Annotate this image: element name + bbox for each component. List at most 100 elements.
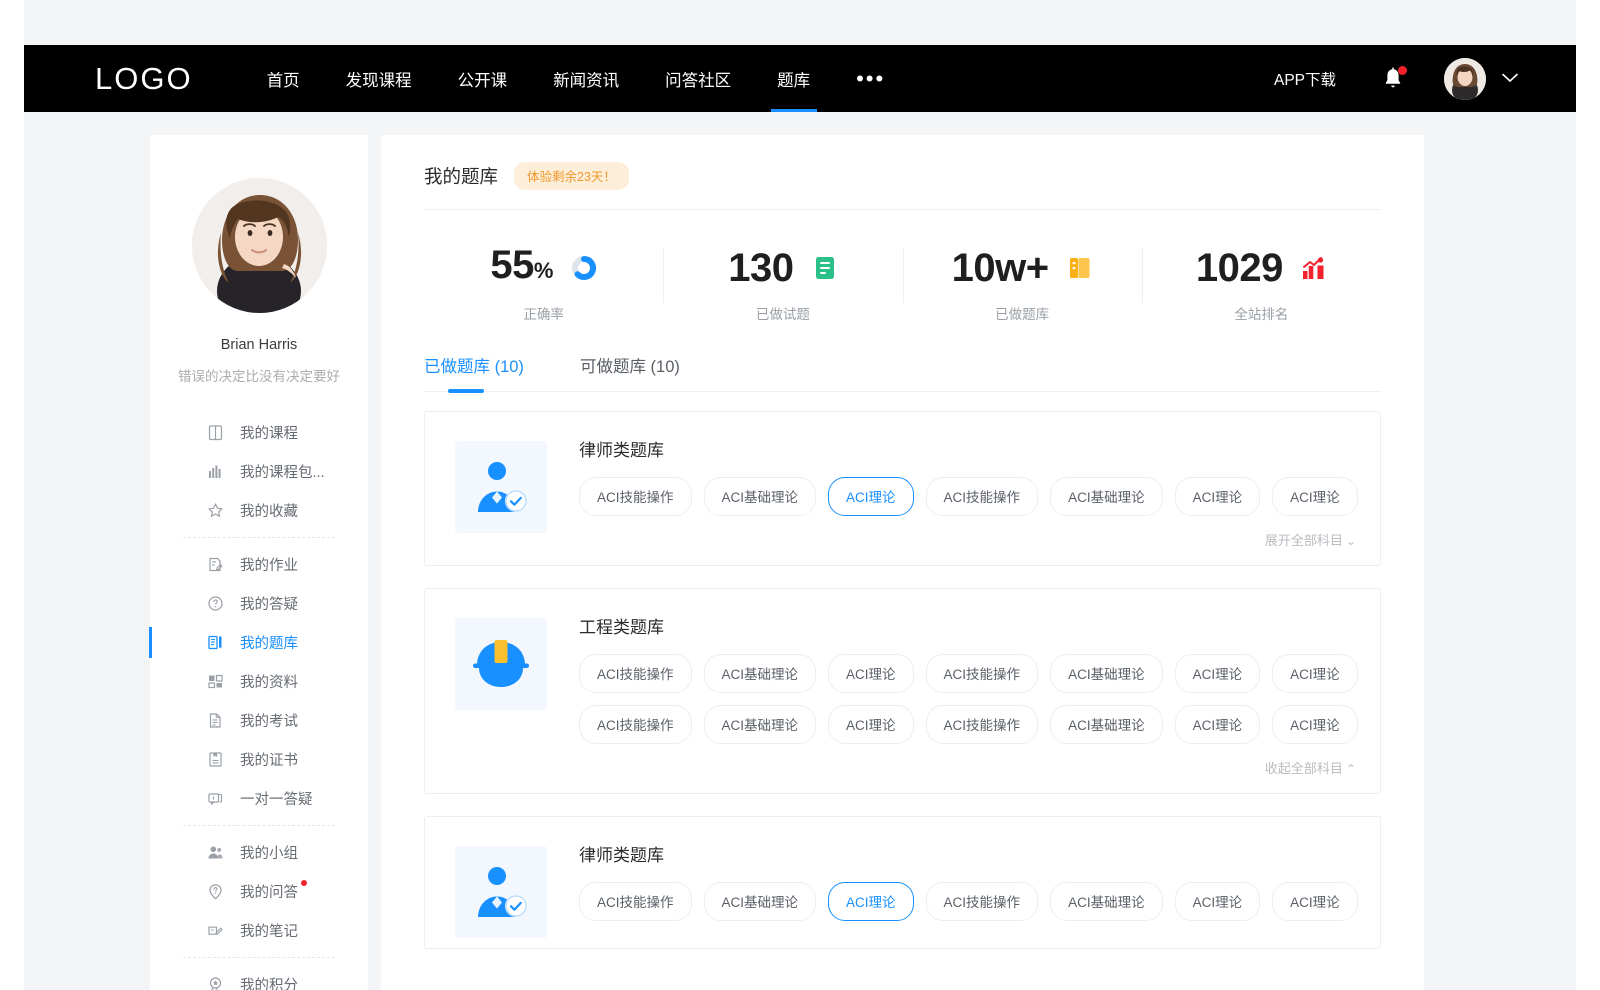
helmet-icon (455, 618, 547, 710)
stat-label: 全站排名 (1142, 303, 1381, 323)
nav-more-icon[interactable]: ••• (856, 45, 885, 112)
profile-name: Brian Harris (150, 337, 368, 353)
subject-tag[interactable]: ACI技能操作 (926, 654, 1039, 693)
subject-tag[interactable]: ACI理论 (828, 882, 914, 921)
card-body: 律师类题库ACI技能操作ACI基础理论ACI理论ACI技能操作ACI基础理论AC… (579, 839, 1356, 938)
sidebar-item-11[interactable]: 我的问答 (150, 872, 368, 911)
notification-dot (1398, 66, 1407, 75)
sidebar-item-label: 我的小组 (240, 842, 298, 863)
stat-value: 55% (490, 243, 553, 293)
one-on-one-icon (207, 790, 224, 807)
sidebar-item-label: 我的资料 (240, 671, 298, 692)
sidebar-item-5[interactable]: 我的题库 (150, 623, 368, 662)
question-bank-card[interactable]: 工程类题库ACI技能操作ACI基础理论ACI理论ACI技能操作ACI基础理论AC… (424, 588, 1381, 794)
certificate-icon (207, 751, 224, 768)
stat-value-row: 1029 (1142, 244, 1381, 292)
sidebar-item-7[interactable]: 我的考试 (150, 701, 368, 740)
sidebar-item-0[interactable]: 我的课程 (150, 413, 368, 452)
sidebar-item-10[interactable]: 我的小组 (150, 833, 368, 872)
notification-bell-icon[interactable] (1382, 67, 1404, 91)
app-download-link[interactable]: APP下载 (1274, 68, 1336, 90)
nav-item-0[interactable]: 首页 (267, 45, 300, 112)
subject-tag[interactable]: ACI技能操作 (926, 705, 1039, 744)
subject-tag[interactable]: ACI基础理论 (704, 882, 817, 921)
sidebar-item-1[interactable]: 我的课程包... (150, 452, 368, 491)
subject-tag[interactable]: ACI理论 (1272, 654, 1358, 693)
yellow-book-icon (1067, 255, 1093, 281)
top-right-area: APP下载 (1274, 58, 1518, 100)
stat-card-0: 55%正确率 (424, 236, 663, 323)
stat-card-2: 10w+ 已做题库 (903, 236, 1142, 323)
subject-tag[interactable]: ACI基础理论 (1050, 654, 1163, 693)
subject-tag[interactable]: ACI技能操作 (926, 882, 1039, 921)
expand-subjects-link[interactable]: 收起全部科目⌃ (579, 756, 1356, 783)
top-navigation-bar: LOGO 首页发现课程公开课新闻资讯问答社区题库 ••• APP下载 (24, 45, 1576, 112)
materials-icon (207, 673, 224, 690)
question-circle-icon (207, 595, 224, 612)
sidebar-item-label: 我的作业 (240, 554, 298, 575)
expand-link-label: 展开全部科目 (1265, 533, 1343, 548)
subject-tag[interactable]: ACI技能操作 (926, 477, 1039, 516)
nav-item-3[interactable]: 新闻资讯 (553, 45, 619, 112)
subject-tag[interactable]: ACI技能操作 (579, 654, 692, 693)
profile-avatar[interactable] (192, 178, 327, 313)
sidebar-item-2[interactable]: 我的收藏 (150, 491, 368, 530)
sidebar-item-12[interactable]: 我的笔记 (150, 911, 368, 950)
stat-value: 130 (728, 246, 793, 290)
sidebar-divider (183, 825, 335, 826)
subject-tag[interactable]: ACI理论 (828, 705, 914, 744)
subject-tag[interactable]: ACI理论 (1272, 477, 1358, 516)
tab-0[interactable]: 已做题库 (10) (424, 353, 524, 391)
sidebar-item-label: 一对一答疑 (240, 788, 313, 809)
profile-motto: 错误的决定比没有决定要好 (150, 365, 368, 385)
stat-value-row: 10w+ (903, 244, 1142, 292)
question-bank-card[interactable]: 律师类题库ACI技能操作ACI基础理论ACI理论ACI技能操作ACI基础理论AC… (424, 816, 1381, 949)
subject-tag[interactable]: ACI基础理论 (704, 654, 817, 693)
stat-value: 10w+ (952, 246, 1049, 290)
expand-subjects-link[interactable]: 展开全部科目⌄ (579, 528, 1356, 555)
question-bank-card[interactable]: 律师类题库ACI技能操作ACI基础理论ACI理论ACI技能操作ACI基础理论AC… (424, 411, 1381, 566)
sidebar: Brian Harris 错误的决定比没有决定要好 我的课程我的课程包...我的… (150, 135, 368, 990)
sidebar-item-13[interactable]: 我的积分 (150, 965, 368, 990)
subject-tag[interactable]: ACI理论 (1175, 882, 1261, 921)
sidebar-item-3[interactable]: 我的作业 (150, 545, 368, 584)
subject-tag[interactable]: ACI基础理论 (704, 477, 817, 516)
subject-tag[interactable]: ACI理论 (1175, 477, 1261, 516)
stat-value: 1029 (1196, 246, 1283, 290)
stat-number: 1029 (1196, 246, 1283, 290)
account-chevron-down-icon[interactable] (1502, 70, 1518, 88)
subject-tag[interactable]: ACI基础理论 (1050, 477, 1163, 516)
expand-link-label: 收起全部科目 (1265, 761, 1343, 776)
site-logo[interactable]: LOGO (95, 61, 193, 97)
stat-label: 已做题库 (903, 303, 1142, 323)
subject-tag[interactable]: ACI理论 (1272, 705, 1358, 744)
subject-tag[interactable]: ACI理论 (828, 654, 914, 693)
nav-item-5[interactable]: 题库 (777, 45, 810, 112)
qa-pin-icon (207, 883, 224, 900)
subject-tag[interactable]: ACI基础理论 (704, 705, 817, 744)
subject-tag[interactable]: ACI基础理论 (1050, 882, 1163, 921)
nav-item-1[interactable]: 发现课程 (346, 45, 412, 112)
sidebar-item-4[interactable]: 我的答疑 (150, 584, 368, 623)
sidebar-item-9[interactable]: 一对一答疑 (150, 779, 368, 818)
subject-tag[interactable]: ACI技能操作 (579, 705, 692, 744)
avatar[interactable] (1444, 58, 1486, 100)
subject-tag-row: ACI技能操作 ACI基础理论 ACI理论 ACI技能操作 ACI基础理论 ACI理论 AC… (579, 705, 1356, 744)
nav-item-4[interactable]: 问答社区 (665, 45, 731, 112)
subject-tag[interactable]: ACI技能操作 (579, 477, 692, 516)
stat-number: 10w+ (952, 246, 1049, 290)
sidebar-item-8[interactable]: 我的证书 (150, 740, 368, 779)
stats-row: 55%正确率130已做试题10w+已做题库1029全站排名 (424, 210, 1381, 343)
sidebar-divider (183, 537, 335, 538)
subject-tag[interactable]: ACI基础理论 (1050, 705, 1163, 744)
nav-item-2[interactable]: 公开课 (458, 45, 508, 112)
subject-tag[interactable]: ACI理论 (1272, 882, 1358, 921)
subject-tag[interactable]: ACI理论 (1175, 705, 1261, 744)
subject-tag[interactable]: ACI技能操作 (579, 882, 692, 921)
subject-tag[interactable]: ACI理论 (828, 477, 914, 516)
sidebar-item-6[interactable]: 我的资料 (150, 662, 368, 701)
chevron-up-icon: ⌃ (1346, 762, 1356, 776)
question-bank-icon (207, 634, 224, 651)
tab-1[interactable]: 可做题库 (10) (580, 353, 680, 391)
subject-tag[interactable]: ACI理论 (1175, 654, 1261, 693)
